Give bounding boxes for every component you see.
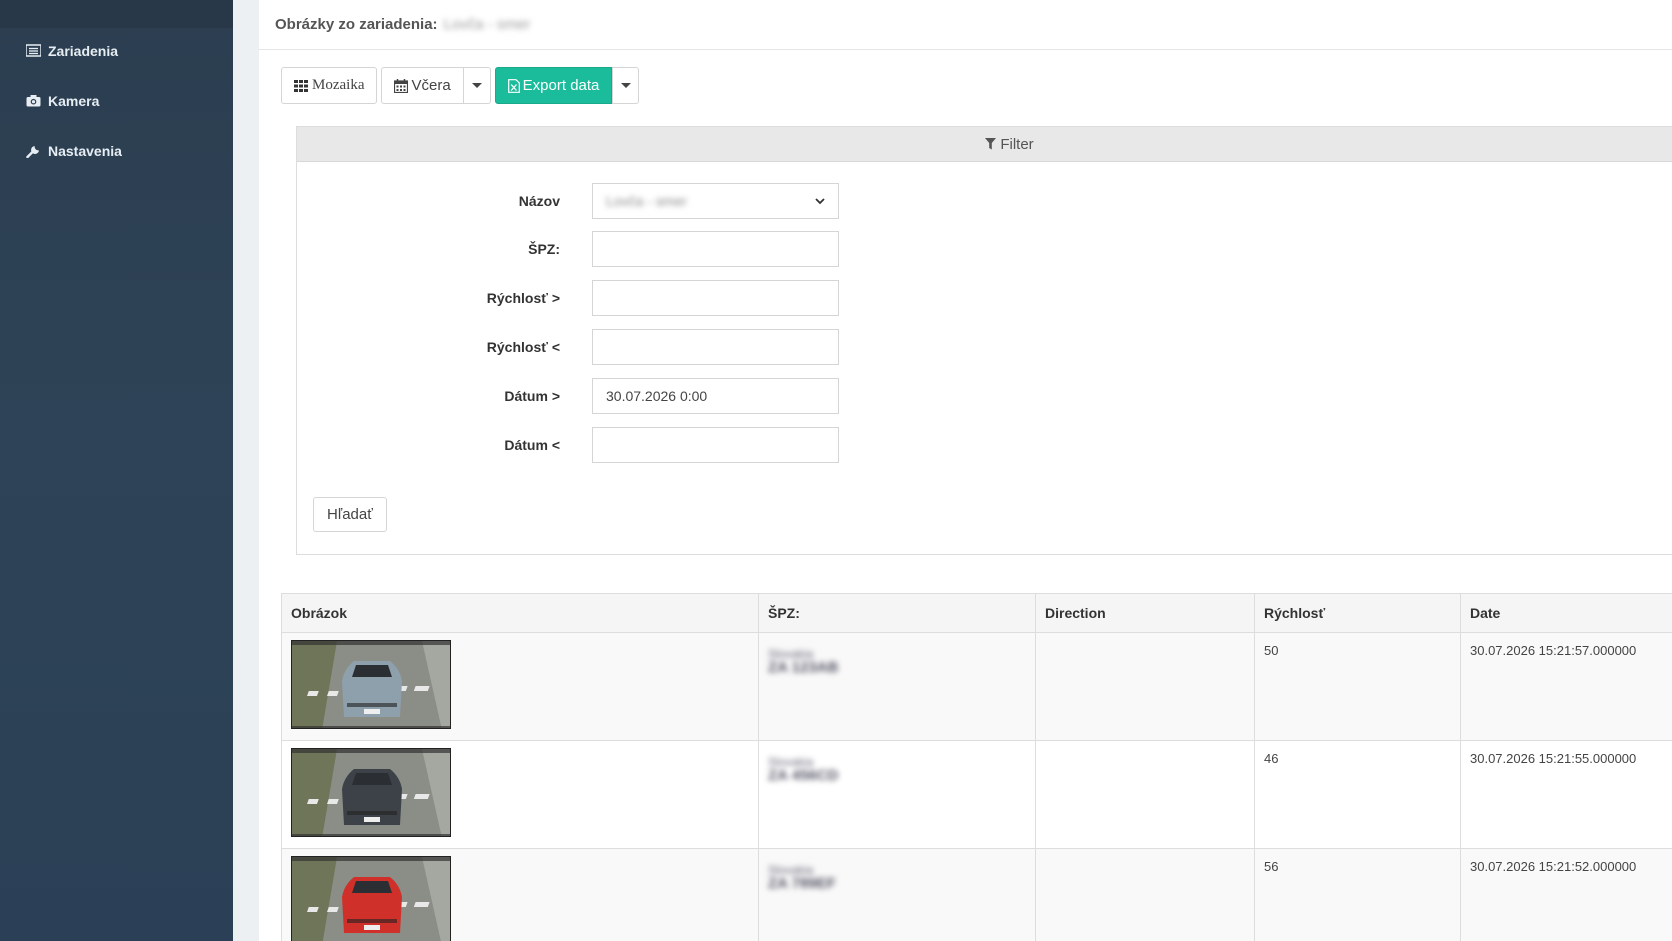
vehicle-thumbnail[interactable] — [291, 856, 451, 941]
car-shape — [342, 661, 402, 717]
table-header: Obrázok ŠPZ: Direction Rýchlosť Date — [281, 594, 1672, 633]
license-plate: Slovakia ZA 123AB — [768, 647, 1026, 675]
export-data-label: Export data — [522, 77, 600, 94]
table-body: Slovakia ZA 123AB 50 30.07.2026 15:21:57.00… — [281, 633, 1672, 941]
cell-image — [281, 849, 758, 941]
mozaika-button[interactable]: Mozaika — [281, 67, 378, 104]
table-row[interactable]: Slovakia ZA 789EF 56 30.07.2026 15:21:52.00… — [281, 849, 1672, 941]
car-shape — [342, 877, 402, 933]
speed-lt-input[interactable] — [592, 329, 839, 365]
filter-row-nazov: Názov Lovča - smer — [297, 183, 839, 219]
sidebar-top-bar — [0, 0, 233, 28]
sidebar-item-label: Kamera — [48, 93, 100, 109]
date-gt-input[interactable]: 30.07.2026 0:00 — [592, 378, 839, 414]
results-table: Obrázok ŠPZ: Direction Rýchlosť Date Slo… — [281, 593, 1672, 941]
cell-direction — [1035, 633, 1254, 740]
file-excel-icon — [507, 78, 520, 93]
vcera-button[interactable]: Včera — [381, 67, 464, 104]
nazov-label: Názov — [518, 193, 560, 209]
filter-row-speed-gt: Rýchlosť > — [297, 280, 839, 316]
plate-number: ZA 456CD — [768, 767, 839, 784]
caret-down-icon — [620, 83, 631, 88]
calendar-icon — [394, 78, 409, 93]
speed-gt-label: Rýchlosť > — [486, 290, 560, 306]
export-dropdown-toggle[interactable] — [612, 67, 640, 104]
plate-number: ZA 123AB — [768, 659, 839, 676]
filter-row-date-lt: Dátum < — [297, 427, 839, 463]
filter-row-speed-lt: Rýchlosť < — [297, 329, 839, 365]
table-row[interactable]: Slovakia ZA 456CD 46 30.07.2026 15:21:55.00… — [281, 741, 1672, 849]
col-header-date[interactable]: Date — [1460, 594, 1672, 632]
col-header-speed[interactable]: Rýchlosť — [1254, 594, 1460, 632]
col-header-direction[interactable]: Direction — [1035, 594, 1254, 632]
chevron-down-icon — [815, 197, 825, 205]
filter-row-spz: ŠPZ: — [297, 231, 839, 267]
filter-row-date-gt: Dátum > 30.07.2026 0:00 — [297, 378, 839, 414]
camera-icon — [26, 94, 42, 108]
cell-plate: Slovakia ZA 789EF — [758, 849, 1035, 941]
caret-down-icon — [471, 83, 482, 88]
cell-image — [281, 633, 758, 740]
cell-date: 30.07.2026 15:21:55.000000 — [1460, 741, 1672, 848]
license-plate: Slovakia ZA 456CD — [768, 755, 1026, 783]
cell-speed: 50 — [1254, 633, 1460, 740]
vehicle-photo — [292, 749, 450, 836]
cell-speed: 46 — [1254, 741, 1460, 848]
cell-image — [281, 741, 758, 848]
date-lt-input[interactable] — [592, 427, 839, 463]
table-row[interactable]: Slovakia ZA 123AB 50 30.07.2026 15:21:57.00… — [281, 633, 1672, 741]
filter-panel: Filter Názov Lovča - smer ŠPZ: Rýchlosť … — [296, 126, 1672, 555]
device-name: Lovča - smer — [443, 16, 531, 33]
grid-icon — [294, 79, 308, 92]
sidebar-item-kamera[interactable]: Kamera — [26, 93, 99, 109]
col-header-spz[interactable]: ŠPZ: — [758, 594, 1035, 632]
page-title: Obrázky zo zariadenia: — [275, 16, 438, 33]
date-gt-label: Dátum > — [504, 388, 560, 404]
vcera-label: Včera — [411, 77, 451, 94]
content-gutter — [233, 0, 259, 941]
vehicle-thumbnail[interactable] — [291, 640, 451, 729]
license-plate: Slovakia ZA 789EF — [768, 863, 1026, 891]
filter-icon — [985, 138, 997, 150]
cell-plate: Slovakia ZA 123AB — [758, 633, 1035, 740]
vehicle-thumbnail[interactable] — [291, 748, 451, 837]
list-icon — [25, 44, 42, 58]
sidebar-item-nastavenia[interactable]: Nastavenia — [26, 143, 122, 159]
page-header: Obrázky zo zariadenia: Lovča - smer — [259, 0, 1672, 50]
nazov-select-value: Lovča - smer — [606, 193, 687, 209]
vehicle-photo — [292, 857, 450, 941]
filter-header[interactable]: Filter — [297, 127, 1672, 162]
sidebar-item-zariadenia[interactable]: Zariadenia — [25, 43, 119, 59]
main-content: Obrázky zo zariadenia: Lovča - smer Moza… — [259, 0, 1672, 941]
export-data-button[interactable]: Export data — [494, 67, 613, 104]
cell-direction — [1035, 849, 1254, 941]
plate-number: ZA 789EF — [768, 875, 836, 892]
sidebar: Zariadenia Kamera Nastavenia — [0, 0, 233, 941]
search-button[interactable]: Hľadať — [313, 497, 387, 532]
cell-date: 30.07.2026 15:21:57.000000 — [1460, 633, 1672, 740]
mozaika-label: Mozaika — [312, 77, 365, 93]
sidebar-item-label: Nastavenia — [48, 143, 122, 159]
spz-label: ŠPZ: — [528, 241, 560, 257]
speed-gt-input[interactable] — [592, 280, 839, 316]
spz-input[interactable] — [592, 231, 839, 267]
vehicle-photo — [292, 641, 450, 728]
wrench-icon — [26, 144, 42, 159]
cell-date: 30.07.2026 15:21:52.000000 — [1460, 849, 1672, 941]
vcera-dropdown-toggle[interactable] — [463, 67, 491, 104]
car-shape — [342, 769, 402, 825]
nazov-select[interactable]: Lovča - smer — [592, 183, 839, 219]
sidebar-item-label: Zariadenia — [48, 43, 119, 59]
filter-title: Filter — [1000, 135, 1034, 153]
toolbar: Mozaika Včera Export data — [281, 67, 640, 104]
col-header-obrazok[interactable]: Obrázok — [281, 594, 758, 632]
cell-speed: 56 — [1254, 849, 1460, 941]
date-lt-label: Dátum < — [504, 437, 560, 453]
cell-plate: Slovakia ZA 456CD — [758, 741, 1035, 848]
cell-direction — [1035, 741, 1254, 848]
speed-lt-label: Rýchlosť < — [486, 339, 560, 355]
